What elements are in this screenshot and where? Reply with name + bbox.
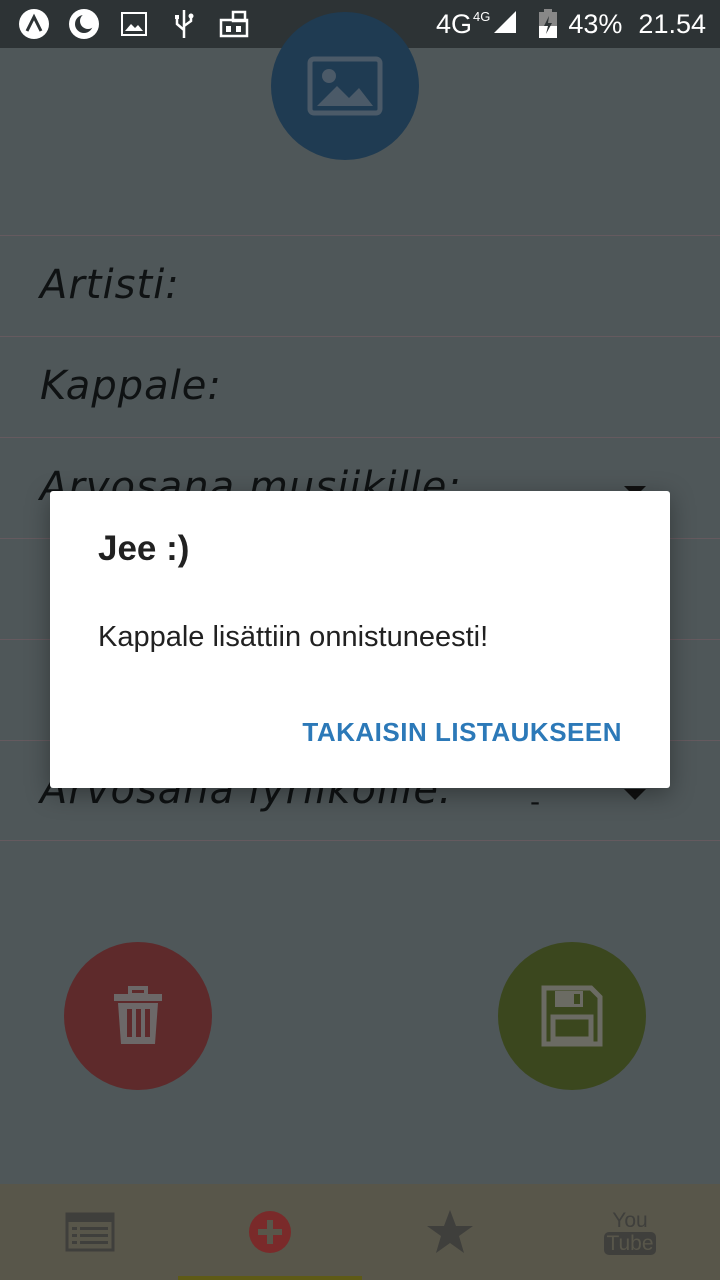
- star-icon: [427, 1210, 473, 1253]
- nav-list[interactable]: [0, 1184, 180, 1280]
- artist-label: Artisti:: [40, 262, 180, 308]
- artist-field[interactable]: Artisti:: [0, 235, 720, 336]
- nav-youtube[interactable]: You Tube: [540, 1184, 720, 1280]
- network-type-sup: 4G: [473, 8, 491, 24]
- youtube-tube-text: Tube: [604, 1231, 656, 1255]
- back-to-list-button[interactable]: TAKAISIN LISTAUKSEEN: [302, 717, 622, 748]
- nav-add[interactable]: [180, 1184, 360, 1280]
- image-icon: [118, 8, 150, 40]
- lyrics-rating-value: -: [530, 785, 541, 818]
- list-icon: [65, 1212, 115, 1252]
- save-button[interactable]: [498, 942, 646, 1090]
- floppy-disk-icon: [541, 985, 603, 1047]
- success-dialog: Jee :) Kappale lisättiin onnistuneesti! …: [50, 491, 670, 788]
- album-image-button[interactable]: [271, 12, 419, 160]
- clock: 21.54: [638, 8, 706, 39]
- bottom-navigation: You Tube: [0, 1184, 720, 1280]
- nav-favorites[interactable]: [360, 1184, 540, 1280]
- nav-active-indicator: [178, 1276, 362, 1280]
- dialog-title: Jee :): [98, 529, 190, 568]
- moon-icon: [68, 8, 100, 40]
- youtube-you-text: You: [612, 1208, 648, 1232]
- usb-icon: [168, 8, 200, 40]
- network-indicator: 4G 4G: [436, 9, 518, 40]
- battery-percent: 43%: [568, 8, 623, 39]
- network-type: 4G: [436, 8, 473, 39]
- battery-icon: [539, 9, 558, 38]
- image-placeholder-icon: [307, 56, 383, 116]
- trash-icon: [114, 986, 162, 1044]
- youtube-icon: You Tube: [604, 1208, 656, 1255]
- dropdown-caret-icon: [624, 789, 646, 800]
- song-label: Kappale:: [40, 363, 222, 409]
- signal-icon: [494, 10, 517, 33]
- delete-button[interactable]: [64, 942, 212, 1090]
- app-icon: [18, 8, 50, 40]
- sim-icon: [218, 8, 250, 40]
- song-field[interactable]: Kappale:: [0, 336, 720, 437]
- dialog-message: Kappale lisättiin onnistuneesti!: [98, 621, 489, 653]
- add-icon: [249, 1211, 291, 1253]
